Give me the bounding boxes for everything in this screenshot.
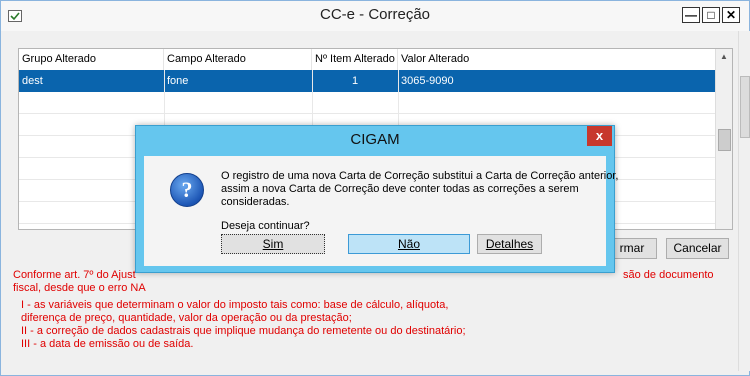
close-window-button[interactable]: ✕ (722, 7, 740, 23)
dialog-message-line: assim a nova Carta de Correção deve cont… (221, 183, 579, 195)
window-scrollbar-thumb[interactable] (740, 76, 750, 138)
note-item: diferença de preço, quantidade, valor da… (21, 312, 352, 324)
maximize-button[interactable]: □ (702, 7, 720, 23)
table-row[interactable]: dest fone 1 3065-9090 (19, 70, 716, 92)
yes-button-label: Sim (262, 237, 284, 251)
close-icon: ✕ (725, 8, 737, 22)
window-title: CC-e - Correção (319, 6, 431, 23)
main-window: CC-e - Correção — □ ✕ Grupo Alterado Cam… (0, 0, 750, 376)
note-line: fiscal, desde que o erro NA (13, 282, 146, 294)
dialog-question: Deseja continuar? (221, 220, 310, 232)
note-item: I - as variáveis que determinam o valor … (21, 299, 449, 311)
dialog-title: CIGAM (350, 131, 400, 148)
details-button[interactable]: Detalhes (477, 234, 542, 254)
note-item: III - a data de emissão ou de saída. (21, 338, 194, 350)
grid-scrollbar[interactable]: ▲ (715, 49, 732, 229)
details-button-label: Detalhes (485, 237, 534, 251)
column-header-valor[interactable]: Valor Alterado (398, 49, 716, 70)
column-header-grupo[interactable]: Grupo Alterado (19, 49, 164, 70)
cell-valor: 3065-9090 (401, 75, 454, 87)
confirm-dialog: CIGAM x ? O registro de uma nova Carta d… (135, 125, 619, 273)
scrollbar-thumb[interactable] (718, 129, 731, 151)
maximize-icon: □ (707, 8, 715, 22)
cell-item: 1 (351, 75, 359, 87)
cell-grupo: dest (22, 75, 43, 87)
cancel-button[interactable]: Cancelar (666, 238, 729, 259)
empty-row[interactable] (19, 92, 716, 114)
close-icon: x (595, 128, 604, 143)
minimize-icon: — (685, 8, 697, 22)
minimize-button[interactable]: — (682, 7, 700, 23)
dialog-close-button[interactable]: x (587, 126, 612, 146)
cell-campo: fone (167, 75, 189, 87)
scroll-up-icon[interactable]: ▲ (716, 49, 732, 65)
no-button-label: Não (397, 237, 420, 251)
column-header-item[interactable]: Nº Item Alterado (312, 49, 398, 70)
note-line: são de documento (623, 269, 714, 281)
note-line: Conforme art. 7º do Ajust (13, 269, 136, 281)
grid-header: Grupo Alterado Campo Alterado Nº Item Al… (19, 49, 716, 71)
note-item: II - a correção de dados cadastrais que … (21, 325, 466, 337)
column-header-campo[interactable]: Campo Alterado (164, 49, 312, 70)
yes-button[interactable]: Sim (221, 234, 325, 254)
dialog-message-line: consideradas. (221, 196, 290, 208)
no-button[interactable]: Não (348, 234, 470, 254)
question-icon: ? (170, 173, 204, 207)
dialog-message-line: O registro de uma nova Carta de Correção… (221, 170, 619, 182)
title-bar: CC-e - Correção — □ ✕ (1, 1, 749, 31)
window-scrollbar[interactable] (738, 31, 750, 371)
